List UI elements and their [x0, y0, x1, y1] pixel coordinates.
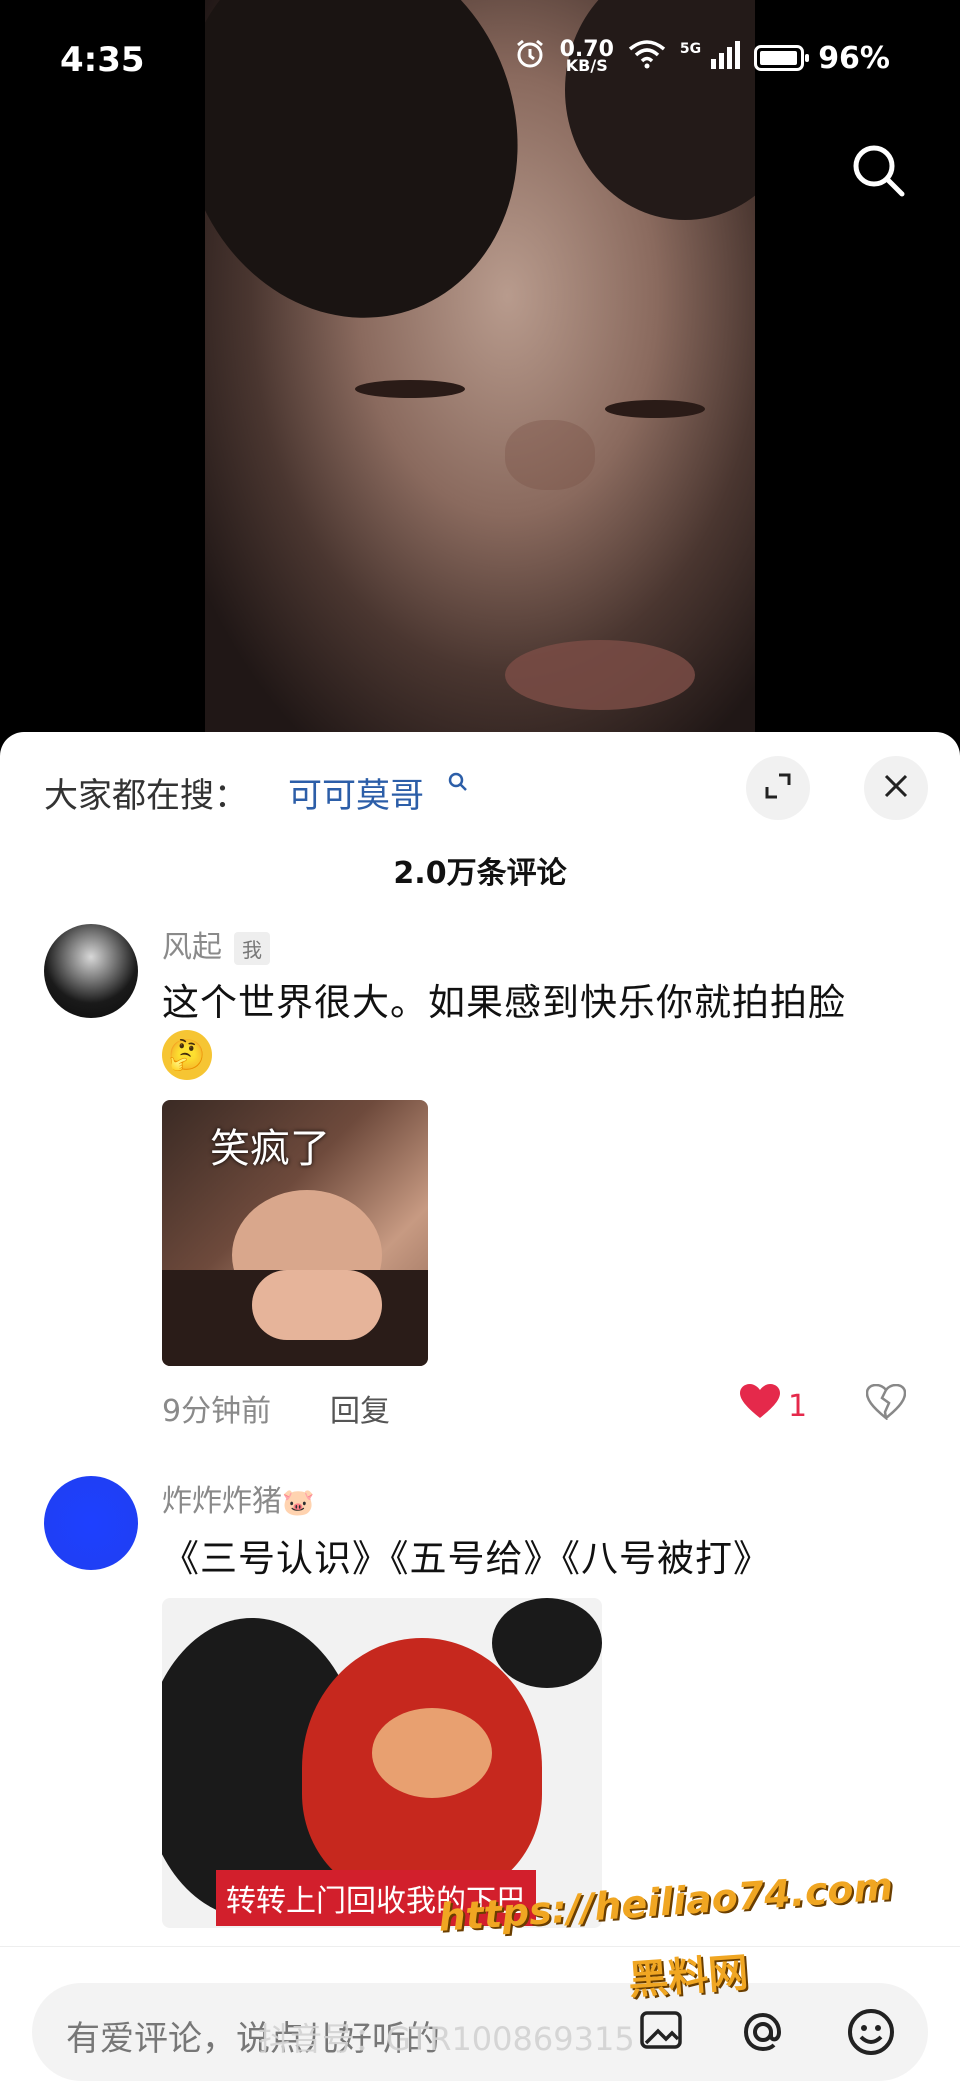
broken-heart-icon: [865, 1383, 907, 1429]
nose-shape: [505, 420, 595, 490]
close-icon: [883, 768, 909, 808]
comment-text: 《三号认识》《五号给》《八号被打》: [162, 1537, 771, 1580]
eye-left: [355, 380, 465, 398]
pig-icon: 🐷: [282, 1488, 315, 1518]
reply-button[interactable]: 回复: [330, 1386, 390, 1430]
comment-image[interactable]: 转转上门回收我的下巴: [162, 1598, 602, 1928]
comment-image[interactable]: 笑疯了: [162, 1100, 428, 1366]
like-count: 1: [788, 1388, 808, 1424]
expand-button[interactable]: [746, 756, 810, 820]
expand-icon: [763, 771, 793, 805]
comment-sheet: 大家都在搜： 可可莫哥 2.0万条评论 风起我 这个世界很大。如果感到快乐你就拍…: [0, 732, 960, 2093]
avatar[interactable]: [44, 924, 138, 1018]
trending-label: 大家都在搜：: [44, 776, 248, 816]
comment-username[interactable]: 炸炸炸猪🐷: [162, 1476, 314, 1520]
sheet-header: 大家都在搜： 可可莫哥: [0, 732, 960, 842]
battery-icon: [754, 45, 810, 71]
lips-shape: [505, 640, 695, 710]
avatar[interactable]: [44, 1476, 138, 1570]
status-bar: 4:35 0.70 KB/S 5G 96%: [0, 0, 960, 120]
mention-icon[interactable]: [738, 2007, 788, 2068]
wifi-icon: [628, 39, 666, 77]
cartoon-hair-shape-2: [492, 1598, 602, 1688]
me-badge: 我: [234, 932, 270, 965]
dislike-button[interactable]: [865, 1383, 907, 1429]
signal-icon: 5G: [680, 40, 741, 76]
search-small-icon: [448, 772, 468, 798]
comment-count: 2.0万条评论: [393, 856, 567, 891]
search-icon[interactable]: [848, 140, 908, 200]
like-button[interactable]: 1: [740, 1384, 807, 1428]
trending-term-link[interactable]: 可可莫哥: [288, 768, 424, 817]
heart-icon: [740, 1384, 780, 1428]
comment-text: 这个世界很大。如果感到快乐你就拍拍脸: [162, 981, 846, 1024]
hands-shape: [252, 1270, 382, 1340]
thinking-emoji-icon: 🤔: [162, 1030, 212, 1080]
battery-percent: 96%: [818, 40, 890, 76]
watermark-douyin-id: 抖音号：GTR100869315: [258, 2020, 635, 2058]
image-icon[interactable]: [638, 2007, 684, 2064]
status-icons: 0.70 KB/S 5G 96%: [514, 38, 890, 78]
comment-username[interactable]: 风起我: [162, 922, 270, 966]
cartoon-tongue-shape: [372, 1708, 492, 1798]
net-speed: 0.70 KB/S: [559, 37, 614, 75]
eye-right: [605, 400, 705, 418]
status-time: 4:35: [60, 40, 145, 80]
watermark-site: 黑料网: [626, 1949, 750, 2005]
comment-time: 9分钟前: [162, 1394, 272, 1429]
emoji-icon[interactable]: [846, 2007, 896, 2068]
close-button[interactable]: [864, 756, 928, 820]
image-caption: 笑疯了: [210, 1126, 330, 1172]
alarm-icon: [514, 38, 546, 78]
